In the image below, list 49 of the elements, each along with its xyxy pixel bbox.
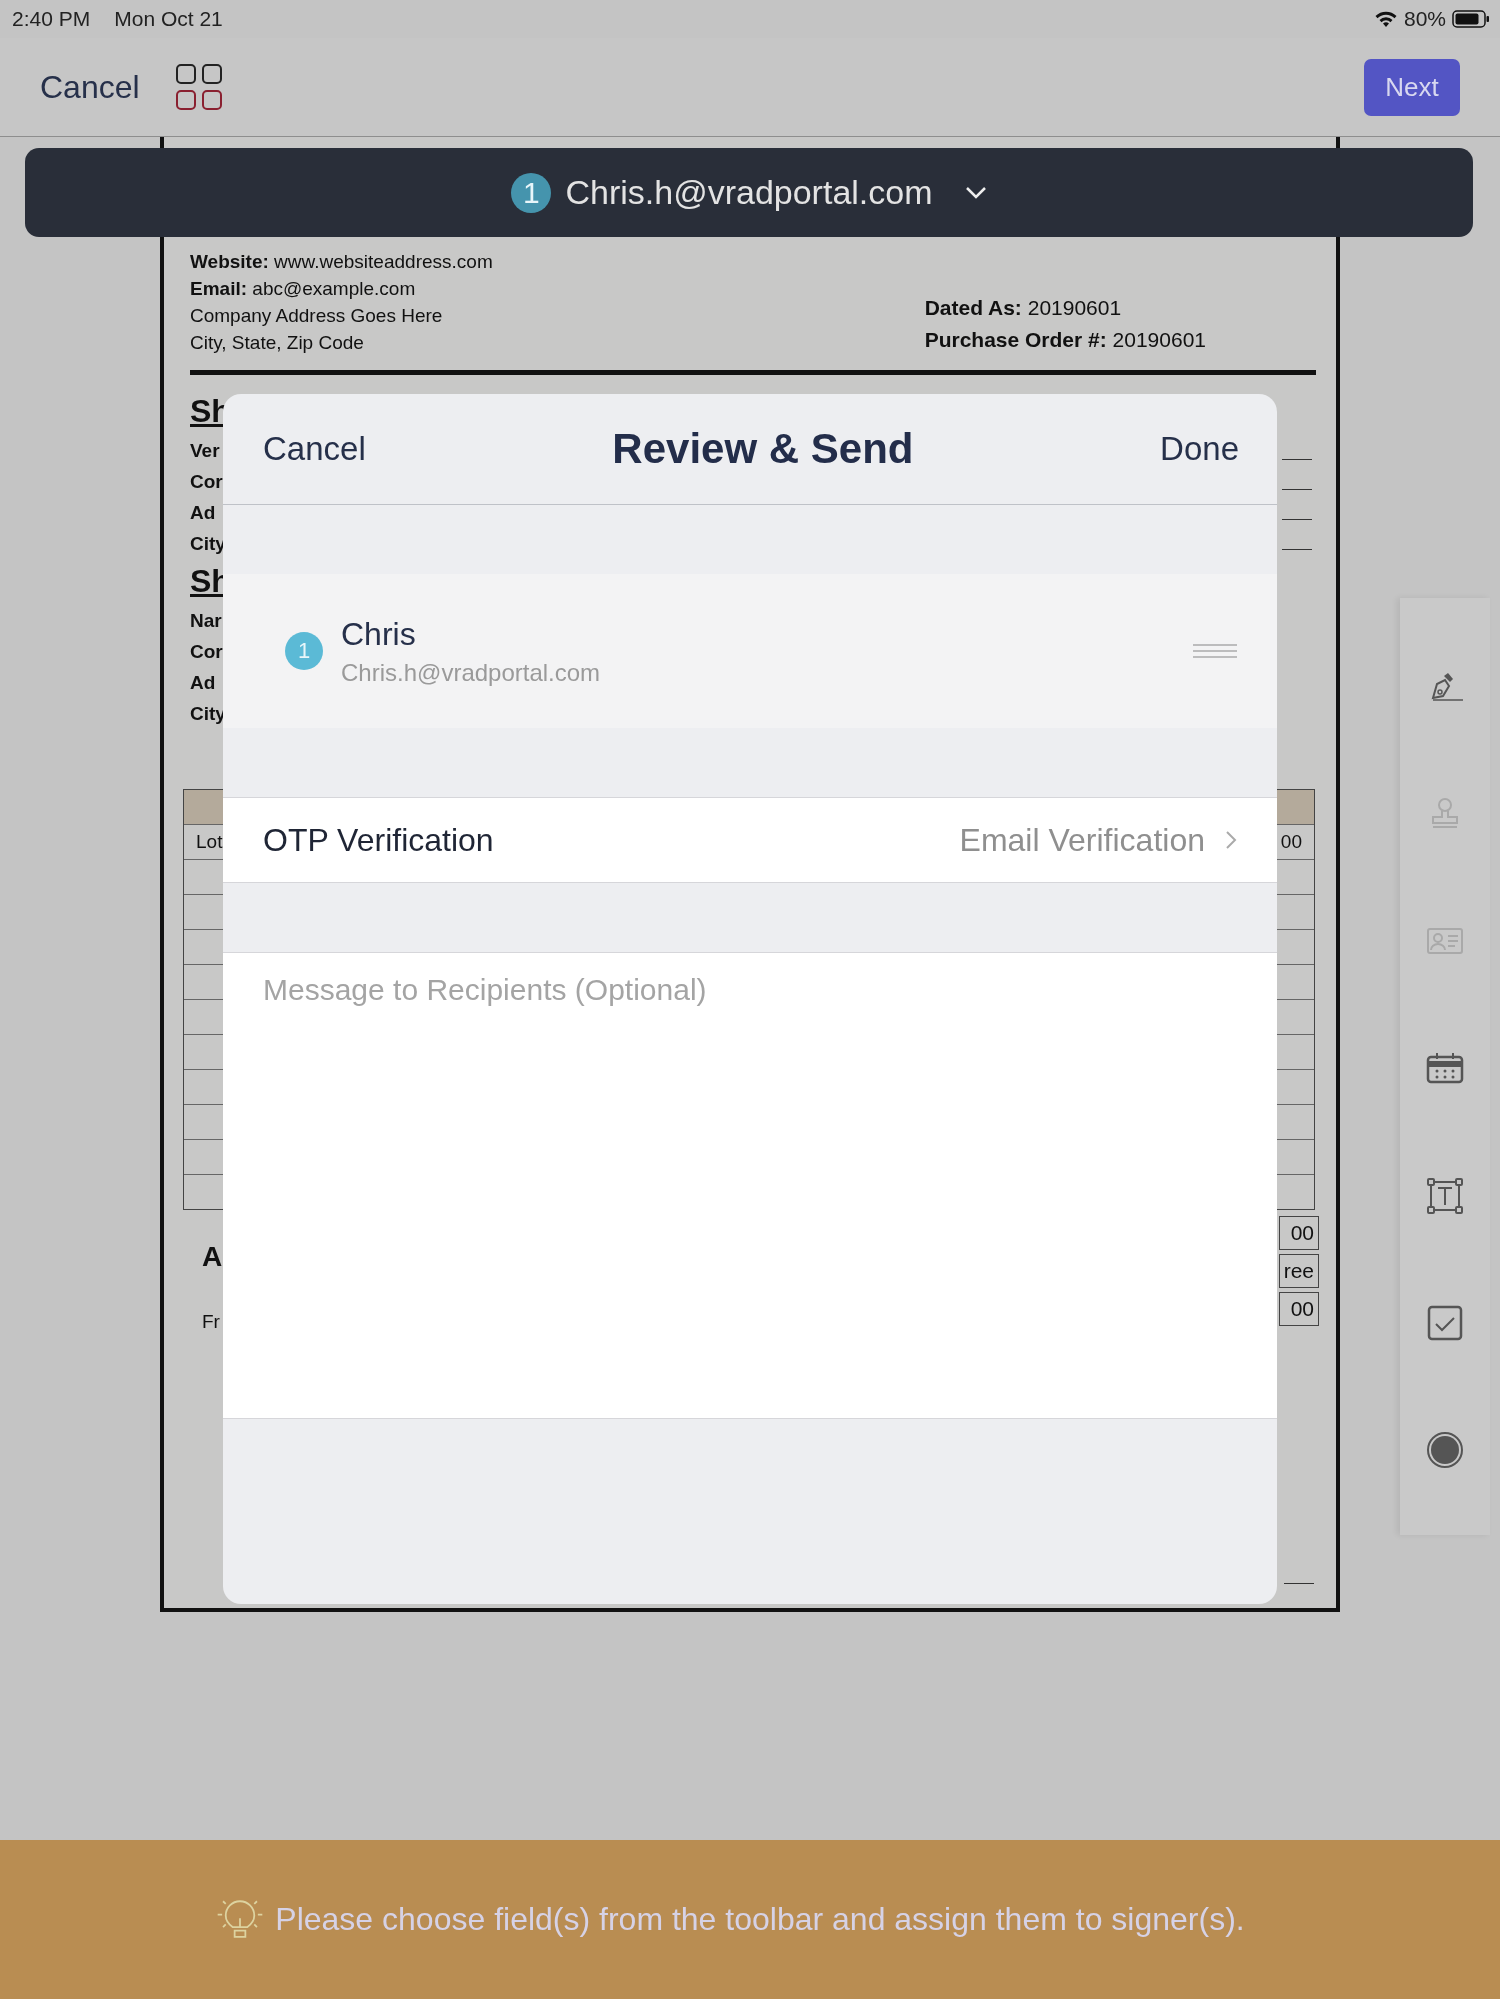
recipient-row[interactable]: 1 Chris Chris.h@vradportal.com (223, 574, 1277, 728)
radio-tool-icon[interactable] (1425, 1430, 1465, 1470)
recipient-email: Chris.h@vradportal.com (341, 658, 602, 687)
cancel-button[interactable]: Cancel (263, 430, 366, 468)
field-label: City (190, 532, 227, 556)
drag-handle-icon[interactable] (1193, 644, 1237, 658)
document-text: Email: abc@example.com (190, 277, 417, 301)
cancel-button[interactable]: Cancel (40, 68, 140, 106)
done-button[interactable]: Done (1160, 430, 1239, 468)
status-time: 2:40 PM (12, 7, 91, 31)
status-date: Mon Oct 21 (114, 7, 223, 31)
document-text: City, State, Zip Code (190, 331, 365, 355)
recipient-number-badge: 1 (285, 632, 323, 670)
field-label: Nar (190, 609, 223, 633)
otp-row[interactable]: OTP Verification Email Verification (223, 797, 1277, 883)
next-button[interactable]: Next (1364, 58, 1460, 116)
text-tool-icon[interactable] (1425, 1176, 1465, 1216)
hint-text: Please choose field(s) from the toolbar and assign them to signer(s). (275, 1901, 1245, 1938)
table-cell: 00 (1279, 1216, 1319, 1250)
table-cell: Lot (196, 831, 223, 853)
dialog-title: Review & Send (612, 425, 914, 473)
chevron-right-icon (1225, 830, 1237, 850)
chevron-down-icon (964, 185, 987, 200)
field-label: Ver (190, 439, 221, 463)
table-cell: 00 (1280, 831, 1302, 853)
document-text: Website: www.websiteaddress.com (190, 250, 493, 274)
signer-email: Chris.h@vradportal.com (565, 173, 933, 212)
section-heading: A (202, 1241, 223, 1273)
field-label: Cor (190, 470, 224, 494)
grid-icon[interactable] (175, 64, 222, 110)
recipient-name: Chris (341, 615, 417, 653)
battery-icon (1452, 10, 1490, 28)
document-text: Dated As: 20190601 (924, 295, 1123, 321)
checkbox-tool-icon[interactable] (1425, 1303, 1465, 1343)
otp-value: Email Verification (959, 821, 1205, 859)
document-text: Purchase Order #: 20190601 (924, 327, 1206, 353)
document-text: Company Address Goes Here (190, 304, 444, 328)
otp-label: OTP Verification (263, 821, 494, 859)
document-text: Fr (202, 1311, 220, 1333)
table-cell: 00 (1279, 1292, 1319, 1326)
message-field[interactable]: Message to Recipients (Optional) (223, 952, 1277, 1419)
field-label: Ad (190, 671, 217, 695)
signer-selector[interactable]: 1 Chris.h@vradportal.com (25, 148, 1473, 237)
table-cell: ree (1279, 1254, 1319, 1288)
signer-number-badge: 1 (511, 172, 552, 213)
battery-percent: 80% (1403, 7, 1446, 31)
field-label: Ad (190, 501, 217, 525)
wifi-icon (1373, 10, 1398, 28)
field-label: Cor (190, 640, 224, 664)
